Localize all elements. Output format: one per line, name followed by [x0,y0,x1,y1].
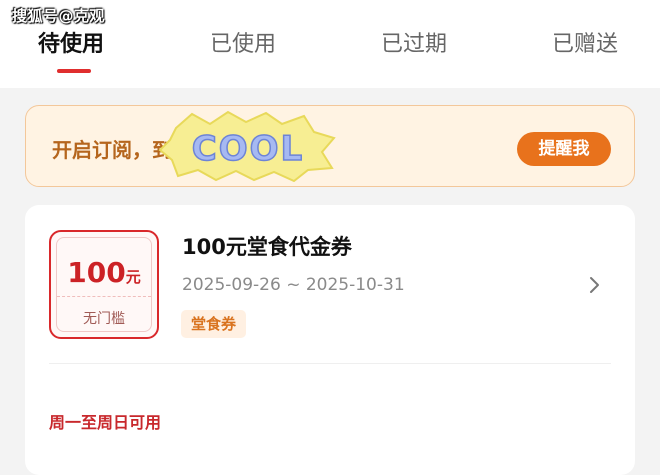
coupon-amount-number: 100 [67,256,126,289]
tab-gifted[interactable]: 已赠送 [552,26,618,58]
card-divider [49,363,611,364]
coupon-divider [57,296,151,297]
remind-me-button[interactable]: 提醒我 [517,132,611,166]
chevron-right-icon[interactable] [586,275,604,295]
coupon-value-box: 100元 无门槛 [49,230,159,339]
coupon-validity: 2025-09-26 ~ 2025-10-31 [182,275,405,295]
coupon-type-badge: 堂食券 [181,310,247,338]
watermark: 搜狐号@克观 [12,7,106,25]
coupon-card[interactable]: 100元 无门槛 100元堂食代金券 2025-09-26 ~ 2025-10-… [25,205,635,475]
coupon-threshold: 无门槛 [83,311,125,327]
tab-expired[interactable]: 已过期 [381,26,447,58]
active-tab-indicator [57,69,91,73]
usage-note: 周一至周日可用 [49,413,162,432]
subscribe-reminder-banner: 开启订阅，到期提醒 COOL 提醒我 [25,105,635,187]
cool-sticker: COOL [158,110,336,182]
coupon-title: 100元堂食代金券 [182,235,352,259]
tab-bar: 搜狐号@克观 待使用 已使用 已过期 已赠送 [0,0,660,88]
sticker-text: COOL [192,129,304,169]
coupon-amount-unit: 元 [125,268,141,286]
tab-used[interactable]: 已使用 [210,26,276,58]
coupon-amount: 100元 [51,256,157,289]
tab-to-use[interactable]: 待使用 [38,26,104,58]
